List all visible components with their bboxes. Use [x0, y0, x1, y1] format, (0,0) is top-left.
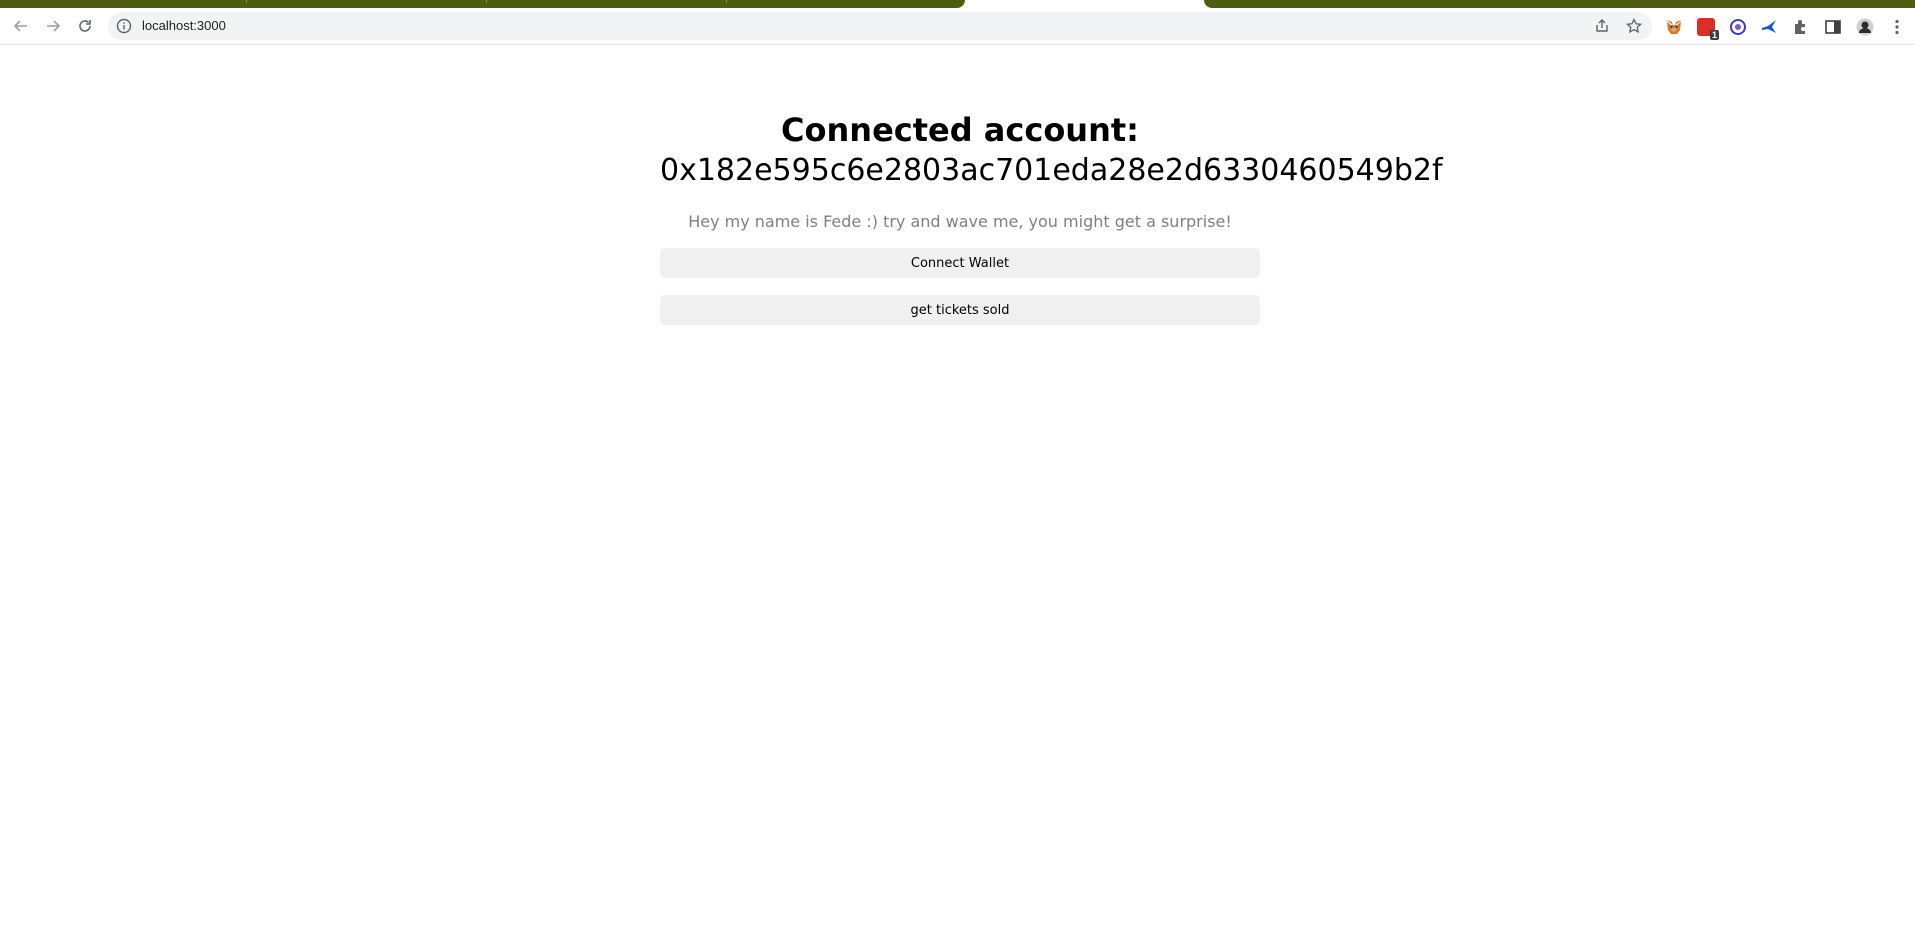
tab-separator — [486, 0, 487, 3]
profile-avatar[interactable] — [1856, 18, 1874, 36]
bird-extension-icon[interactable] — [1760, 18, 1778, 36]
back-button[interactable] — [9, 14, 33, 38]
side-panel-icon[interactable] — [1824, 18, 1842, 36]
page-content: Connected account: 0x182e595c6e2803ac701… — [0, 45, 1915, 926]
share-icon[interactable] — [1594, 18, 1610, 34]
connected-account-heading: Connected account: — [781, 111, 1139, 149]
metamask-fox-icon[interactable] — [1665, 18, 1683, 36]
puzzle-extensions-icon[interactable] — [1792, 18, 1810, 36]
browser-toolbar: localhost:3000 1 — [0, 8, 1915, 45]
reload-icon — [79, 20, 91, 32]
account-address: 0x182e595c6e2803ac701eda28e2d6330460549b… — [660, 153, 1443, 188]
arrow-right-icon — [47, 20, 61, 32]
tab-group-right[interactable] — [1204, 0, 1915, 8]
bookmark-star-icon[interactable] — [1626, 18, 1642, 34]
red-extension-icon[interactable]: 1 — [1697, 18, 1719, 40]
more-menu-icon[interactable] — [1888, 18, 1906, 36]
bio-text: Hey my name is Fede :) try and wave me, … — [688, 212, 1232, 231]
forward-button[interactable] — [41, 14, 65, 38]
tab-group-left[interactable] — [0, 0, 965, 8]
extension-badge: 1 — [1709, 30, 1719, 40]
tab-separator — [246, 0, 247, 3]
circle-extension-icon[interactable] — [1729, 18, 1747, 36]
arrow-left-icon — [13, 20, 27, 32]
info-icon[interactable] — [116, 18, 132, 34]
tab-separator — [726, 0, 727, 3]
reload-button[interactable] — [73, 14, 97, 38]
url-text[interactable]: localhost:3000 — [142, 12, 226, 40]
connect-wallet-button[interactable]: Connect Wallet — [660, 248, 1260, 278]
get-tickets-sold-button[interactable]: get tickets sold — [660, 295, 1260, 325]
address-bar[interactable]: localhost:3000 — [108, 12, 1652, 40]
